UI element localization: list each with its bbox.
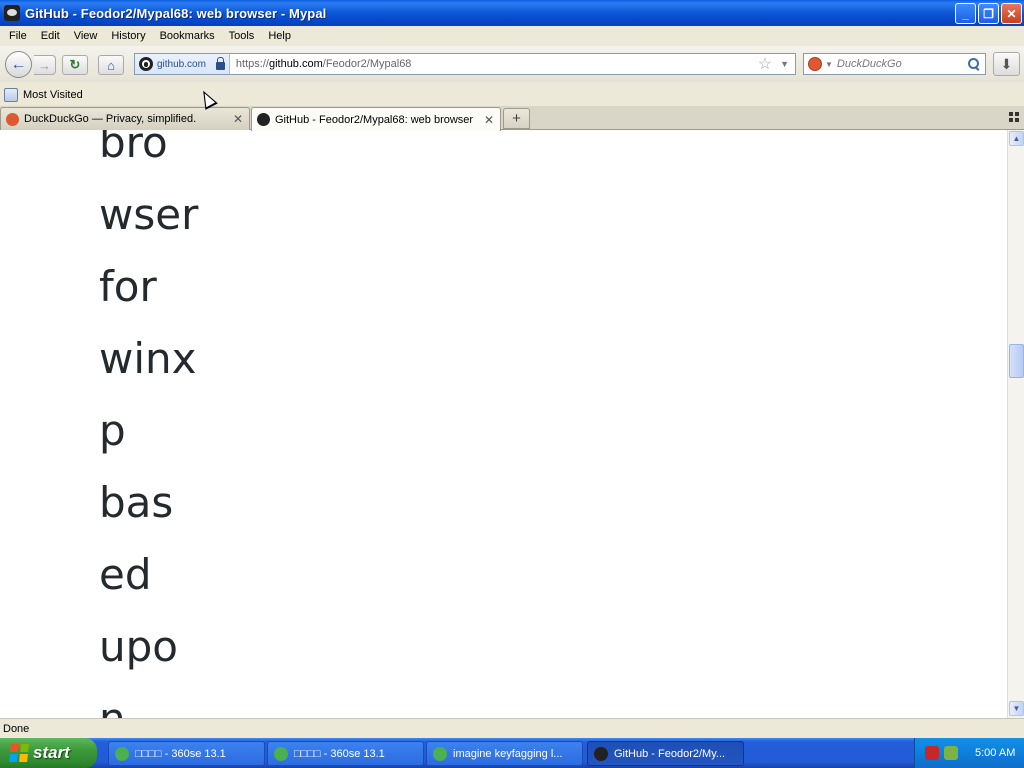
content-word: bas	[99, 478, 174, 527]
task-label: GitHub - Feodor2/My...	[614, 747, 726, 760]
lock-icon	[215, 56, 225, 70]
downloads-button[interactable]: ⬇	[993, 52, 1020, 76]
status-text: Done	[3, 722, 30, 735]
url-prefix: https://	[235, 58, 269, 70]
content-word: p	[99, 406, 126, 455]
content-word: winx	[99, 334, 197, 383]
task-label: imagine keyfagging l...	[453, 747, 563, 760]
content-word: ed	[99, 550, 152, 599]
content-word: upo	[99, 622, 178, 671]
menu-edit[interactable]: Edit	[36, 30, 65, 42]
window-title: GitHub - Feodor2/Mypal68: web browser - …	[25, 5, 327, 21]
menu-bar: File Edit View History Bookmarks Tools H…	[0, 26, 1024, 46]
task-label: □□□□ - 360se 13.1	[294, 747, 385, 760]
search-input[interactable]: DuckDuckGo	[837, 58, 967, 70]
scroll-down-icon[interactable]: ▼	[1009, 701, 1024, 716]
content-word: bro	[99, 130, 168, 167]
back-arrow-icon: ←	[10, 55, 27, 73]
taskbar-item-imagine[interactable]: imagine keyfagging l...	[426, 741, 583, 766]
taskbar-item-360se-1[interactable]: □□□□ - 360se 13.1	[108, 741, 265, 766]
content-word: for	[99, 262, 157, 311]
maximize-button[interactable]: ❐	[978, 3, 999, 24]
window-titlebar[interactable]: GitHub - Feodor2/Mypal68: web browser - …	[0, 0, 1024, 26]
clock[interactable]: 5:00 AM	[975, 747, 1015, 759]
bookmark-star-icon[interactable]: ☆	[758, 54, 772, 74]
new-tab-button[interactable]: +	[503, 108, 530, 129]
vertical-scrollbar[interactable]: ▲ ▼	[1007, 130, 1024, 718]
duckduckgo-favicon-icon	[6, 112, 19, 126]
close-window-button[interactable]: ✕	[1001, 3, 1022, 24]
content-word: n	[99, 698, 126, 719]
security-shield-icon[interactable]	[925, 746, 939, 760]
scroll-up-icon[interactable]: ▲	[1009, 131, 1024, 146]
close-tab-icon[interactable]: ✕	[231, 112, 245, 126]
system-tray: 5:00 AM	[914, 738, 1024, 768]
duckduckgo-engine-icon[interactable]	[808, 57, 822, 71]
forward-arrow-icon: →	[38, 57, 51, 73]
close-tab-icon[interactable]: ✕	[482, 113, 496, 127]
back-button[interactable]: ←	[5, 51, 32, 78]
menu-history[interactable]: History	[106, 30, 150, 42]
most-visited-folder-icon	[4, 88, 18, 102]
360se-browser-icon	[115, 746, 129, 761]
list-all-tabs-icon[interactable]	[1009, 112, 1019, 122]
tab-label: DuckDuckGo — Privacy, simplified.	[24, 113, 197, 125]
taskbar-item-360se-2[interactable]: □□□□ - 360se 13.1	[267, 741, 424, 766]
tab-label: GitHub - Feodor2/Mypal68: web browser	[275, 113, 474, 126]
tab-duckduckgo[interactable]: DuckDuckGo — Privacy, simplified. ✕	[0, 107, 250, 130]
minimize-button[interactable]: _	[955, 3, 976, 24]
scrollbar-thumb[interactable]	[1009, 344, 1024, 378]
content-word: wser	[99, 190, 199, 239]
identity-domain: github.com	[157, 58, 206, 70]
github-favicon-icon	[257, 113, 270, 126]
bookmark-most-visited[interactable]: Most Visited	[23, 89, 83, 101]
task-label: □□□□ - 360se 13.1	[135, 747, 226, 760]
network-icon[interactable]	[944, 746, 958, 760]
menu-tools[interactable]: Tools	[224, 30, 260, 42]
forward-button[interactable]: →	[34, 55, 56, 75]
start-button[interactable]: start	[0, 738, 97, 768]
page-content: bro wser for winx p bas ed upo n	[0, 130, 1007, 718]
bookmarks-toolbar: Most Visited	[0, 84, 1024, 106]
360se-browser-icon	[433, 746, 447, 761]
download-arrow-icon: ⬇	[1000, 55, 1013, 72]
window-controls: _ ❐ ✕	[955, 3, 1022, 24]
tab-github[interactable]: GitHub - Feodor2/Mypal68: web browser ✕	[251, 107, 501, 131]
mypal-app-icon	[4, 5, 20, 21]
360se-browser-icon	[274, 746, 288, 761]
mypal-app-icon	[594, 746, 608, 761]
github-favicon-icon	[139, 57, 153, 71]
url-history-dropdown-icon[interactable]: ▼	[780, 59, 789, 69]
search-bar[interactable]: ▼ DuckDuckGo	[803, 53, 986, 75]
url-text[interactable]: https://github.com/Feodor2/Mypal68	[236, 58, 758, 70]
reload-icon: ↻	[69, 57, 81, 72]
home-button[interactable]: ⌂	[98, 55, 124, 75]
taskbar-item-mypal[interactable]: GitHub - Feodor2/My...	[587, 741, 744, 766]
engine-dropdown-icon[interactable]: ▼	[825, 60, 833, 69]
reload-button[interactable]: ↻	[62, 55, 88, 75]
home-icon: ⌂	[107, 57, 115, 73]
tab-strip: DuckDuckGo — Privacy, simplified. ✕ GitH…	[0, 106, 1024, 131]
windows-flag-icon	[9, 744, 29, 762]
url-bar[interactable]: github.com https://github.com/Feodor2/My…	[134, 53, 796, 75]
menu-file[interactable]: File	[4, 30, 32, 42]
windows-taskbar: start □□□□ - 360se 13.1 □□□□ - 360se 13.…	[0, 738, 1024, 768]
start-label: start	[33, 743, 70, 762]
menu-bookmarks[interactable]: Bookmarks	[155, 30, 220, 42]
menu-help[interactable]: Help	[263, 30, 296, 42]
menu-view[interactable]: View	[69, 30, 103, 42]
status-bar: Done	[0, 718, 1024, 738]
search-icon[interactable]	[967, 57, 981, 71]
site-identity-button[interactable]: github.com	[135, 54, 230, 74]
url-domain: github.com	[268, 58, 323, 70]
url-path: /Feodor2/Mypal68	[322, 58, 412, 70]
